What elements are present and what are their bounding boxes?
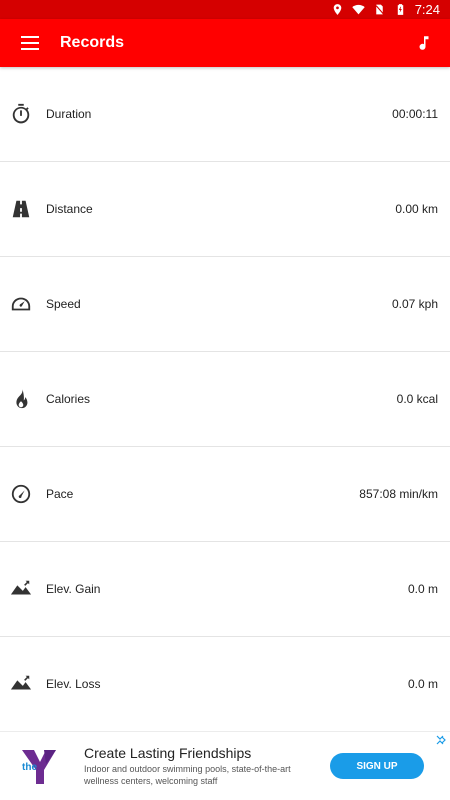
app-bar: Records xyxy=(0,19,450,67)
record-value: 0.0 kcal xyxy=(396,392,438,406)
record-label: Speed xyxy=(46,297,81,311)
record-row-elev-gain: Elev. Gain 0.0 m xyxy=(0,542,450,637)
record-value: 00:00:11 xyxy=(392,107,438,121)
record-label: Elev. Gain xyxy=(46,582,101,596)
mountain-down-icon xyxy=(10,673,32,695)
speedometer-icon xyxy=(10,293,32,315)
record-row-calories: Calories 0.0 kcal xyxy=(0,352,450,447)
record-label: Distance xyxy=(46,202,93,216)
record-row-distance: Distance 0.00 km xyxy=(0,162,450,257)
mountain-up-icon xyxy=(10,578,32,600)
record-value: 0.07 kph xyxy=(391,297,438,311)
records-list: Duration 00:00:11 Distance 0.00 km Speed… xyxy=(0,67,450,732)
wifi-icon xyxy=(351,3,365,16)
ad-body: Indoor and outdoor swimming pools, state… xyxy=(84,764,291,786)
record-row-duration: Duration 00:00:11 xyxy=(0,67,450,162)
record-row-elev-loss: Elev. Loss 0.0 m xyxy=(0,637,450,732)
stopwatch-icon xyxy=(10,103,32,125)
ad-text: Create Lasting Friendships Indoor and ou… xyxy=(70,745,330,787)
music-button[interactable] xyxy=(398,19,450,67)
flame-icon xyxy=(10,388,32,410)
no-sim-icon xyxy=(373,3,386,16)
record-label: Duration xyxy=(46,107,92,121)
sign-up-button[interactable]: SIGN UP xyxy=(330,753,424,779)
ad-banner[interactable]: the Create Lasting Friendships Indoor an… xyxy=(0,731,450,800)
status-bar: 7:24 xyxy=(0,0,450,19)
clock-time: 7:24 xyxy=(414,2,440,17)
ymca-logo: the xyxy=(0,732,70,800)
record-label: Pace xyxy=(46,487,74,501)
record-value: 0.00 km xyxy=(395,202,438,216)
ymca-logo-text: the xyxy=(22,761,37,773)
location-icon xyxy=(331,3,344,16)
adchoices-icon[interactable] xyxy=(434,734,448,746)
music-note-icon xyxy=(419,36,429,50)
record-label: Calories xyxy=(46,392,91,406)
record-value: 0.0 m xyxy=(407,677,438,691)
menu-button[interactable] xyxy=(0,19,60,67)
ad-headline: Create Lasting Friendships xyxy=(84,745,252,761)
road-icon xyxy=(10,198,32,220)
record-value: 857:08 min/km xyxy=(359,487,438,501)
record-label: Elev. Loss xyxy=(46,677,101,691)
pace-dial-icon xyxy=(10,483,32,505)
page-title: Records xyxy=(60,34,125,51)
menu-icon xyxy=(21,36,39,50)
record-value: 0.0 m xyxy=(407,582,438,596)
battery-charging-icon xyxy=(394,3,407,16)
record-row-speed: Speed 0.07 kph xyxy=(0,257,450,352)
record-row-pace: Pace 857:08 min/km xyxy=(0,447,450,542)
